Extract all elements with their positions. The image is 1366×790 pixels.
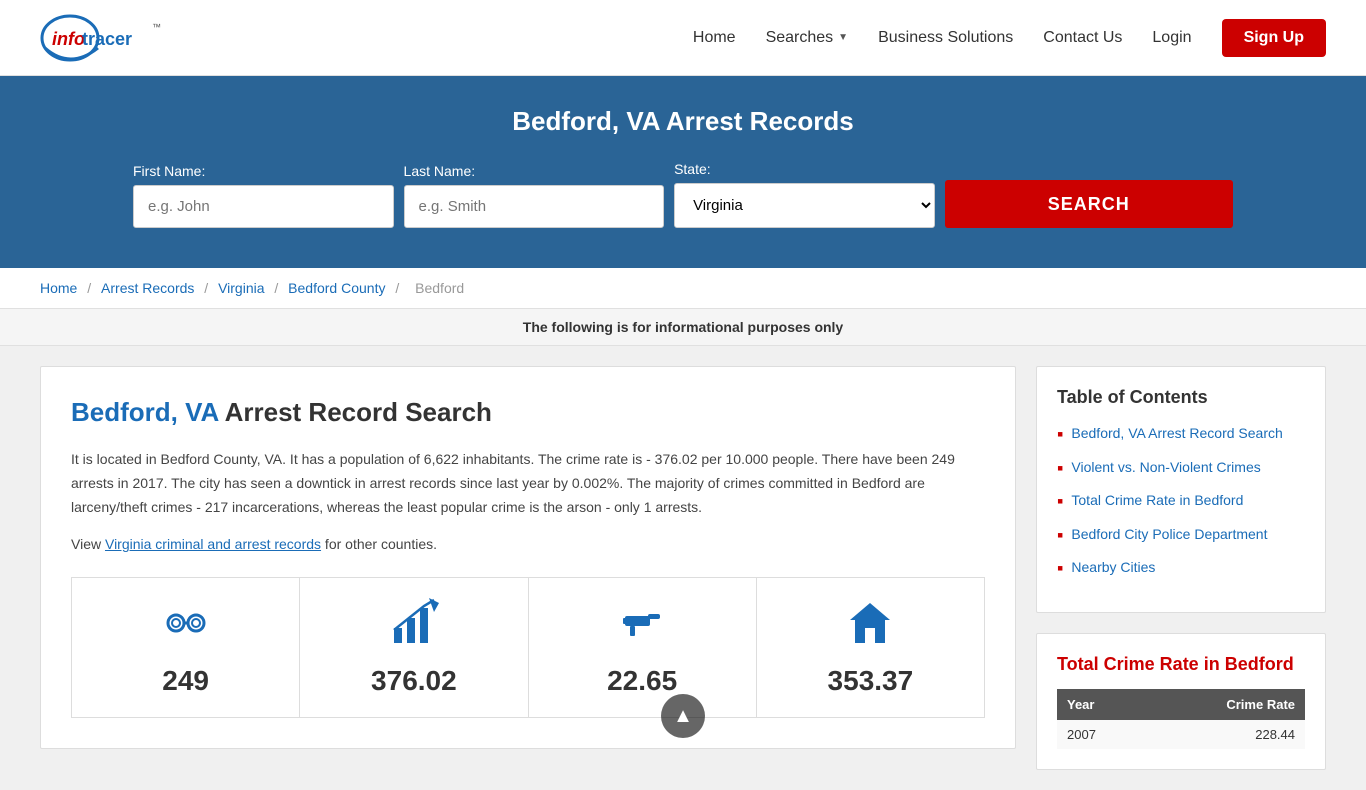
chart-icon	[310, 598, 517, 657]
svg-text:™: ™	[152, 22, 161, 32]
sidebar-toc: Table of Contents ▪ Bedford, VA Arrest R…	[1036, 366, 1326, 613]
logo[interactable]: info tracer ™	[40, 10, 200, 65]
toc-bullet-4: ▪	[1057, 525, 1063, 547]
toc-bullet-1: ▪	[1057, 424, 1063, 446]
toc-item-2: ▪ Violent vs. Non-Violent Crimes	[1057, 458, 1305, 480]
stat-violent: 22.65	[529, 578, 757, 717]
state-select[interactable]: Virginia Alabama Alaska Arizona Arkansas…	[674, 183, 935, 228]
nav-home[interactable]: Home	[693, 29, 736, 47]
crime-rate-header: Crime Rate	[1145, 689, 1305, 720]
content-view-link-para: View Virginia criminal and arrest record…	[71, 533, 985, 557]
arrests-value: 249	[82, 665, 289, 697]
hero-section: Bedford, VA Arrest Records First Name: L…	[0, 76, 1366, 268]
breadcrumb-sep-3: /	[274, 280, 282, 296]
first-name-label: First Name:	[133, 163, 205, 179]
toc-link-1[interactable]: Bedford, VA Arrest Record Search	[1071, 424, 1282, 444]
scroll-to-top-button[interactable]: ▲	[661, 694, 705, 738]
info-bar: The following is for informational purpo…	[0, 309, 1366, 346]
crime-table-row: 2007 228.44	[1057, 720, 1305, 749]
up-arrow-icon: ▲	[673, 705, 693, 728]
site-header: info tracer ™ Home Searches ▼ Business S…	[0, 0, 1366, 76]
toc-link-5[interactable]: Nearby Cities	[1071, 558, 1155, 578]
crime-rate-value: 376.02	[310, 665, 517, 697]
search-form: First Name: Last Name: State: Virginia A…	[133, 161, 1233, 228]
search-button[interactable]: SEARCH	[945, 180, 1233, 228]
violent-value: 22.65	[539, 665, 746, 697]
crime-rate-table: Year Crime Rate 2007 228.44	[1057, 689, 1305, 749]
breadcrumb: Home / Arrest Records / Virginia / Bedfo…	[0, 268, 1366, 309]
content-area: Bedford, VA Arrest Record Search It is l…	[40, 366, 1016, 749]
sidebar: Table of Contents ▪ Bedford, VA Arrest R…	[1036, 366, 1326, 770]
svg-text:info: info	[52, 29, 85, 49]
view-prefix: View	[71, 536, 105, 552]
stat-arrests: 249	[72, 578, 300, 717]
toc-link-3[interactable]: Total Crime Rate in Bedford	[1071, 491, 1243, 511]
last-name-label: Last Name:	[404, 163, 476, 179]
crime-table-header-row: Year Crime Rate	[1057, 689, 1305, 720]
signup-button[interactable]: Sign Up	[1222, 19, 1326, 57]
breadcrumb-home[interactable]: Home	[40, 280, 77, 296]
toc-item-4: ▪ Bedford City Police Department	[1057, 525, 1305, 547]
login-button[interactable]: Login	[1152, 29, 1191, 47]
breadcrumb-bedford: Bedford	[415, 280, 464, 296]
property-value: 353.37	[767, 665, 974, 697]
handcuffs-icon	[82, 598, 289, 657]
content-description: It is located in Bedford County, VA. It …	[71, 448, 985, 519]
main-nav: Home Searches ▼ Business Solutions Conta…	[693, 19, 1326, 57]
stat-crime-rate: 376.02	[300, 578, 528, 717]
toc-link-4[interactable]: Bedford City Police Department	[1071, 525, 1267, 545]
virginia-records-link[interactable]: Virginia criminal and arrest records	[105, 536, 321, 552]
breadcrumb-virginia[interactable]: Virginia	[218, 280, 264, 296]
breadcrumb-sep-1: /	[87, 280, 95, 296]
page-title: Bedford, VA Arrest Record Search	[71, 397, 985, 428]
toc-title: Table of Contents	[1057, 387, 1305, 408]
house-icon	[767, 598, 974, 657]
title-dark: Arrest Record Search	[218, 397, 492, 427]
first-name-input[interactable]	[133, 185, 394, 228]
last-name-group: Last Name:	[404, 163, 665, 228]
logo-svg: info tracer ™	[40, 10, 200, 65]
nav-searches[interactable]: Searches ▼	[766, 29, 849, 47]
breadcrumb-arrest-records[interactable]: Arrest Records	[101, 280, 194, 296]
nav-business-solutions[interactable]: Business Solutions	[878, 29, 1013, 47]
nav-contact-us[interactable]: Contact Us	[1043, 29, 1122, 47]
title-blue: Bedford, VA	[71, 397, 218, 427]
hero-title: Bedford, VA Arrest Records	[40, 106, 1326, 137]
toc-link-2[interactable]: Violent vs. Non-Violent Crimes	[1071, 458, 1260, 478]
toc-item-1: ▪ Bedford, VA Arrest Record Search	[1057, 424, 1305, 446]
toc-bullet-5: ▪	[1057, 558, 1063, 580]
crime-rate-val: 228.44	[1145, 720, 1305, 749]
sidebar-crime-table: Total Crime Rate in Bedford Year Crime R…	[1036, 633, 1326, 770]
first-name-group: First Name:	[133, 163, 394, 228]
gun-icon	[539, 598, 746, 657]
view-suffix: for other counties.	[321, 536, 437, 552]
toc-item-5: ▪ Nearby Cities	[1057, 558, 1305, 580]
stat-property: 353.37	[757, 578, 984, 717]
last-name-input[interactable]	[404, 185, 665, 228]
breadcrumb-bedford-county[interactable]: Bedford County	[288, 280, 385, 296]
state-label: State:	[674, 161, 711, 177]
toc-bullet-2: ▪	[1057, 458, 1063, 480]
breadcrumb-sep-2: /	[204, 280, 212, 296]
chevron-down-icon: ▼	[838, 32, 848, 43]
crime-year: 2007	[1057, 720, 1145, 749]
toc-item-3: ▪ Total Crime Rate in Bedford	[1057, 491, 1305, 513]
crime-table-title: Total Crime Rate in Bedford	[1057, 654, 1305, 675]
state-group: State: Virginia Alabama Alaska Arizona A…	[674, 161, 935, 228]
year-header: Year	[1057, 689, 1145, 720]
toc-bullet-3: ▪	[1057, 491, 1063, 513]
breadcrumb-sep-4: /	[395, 280, 403, 296]
stats-row: 249 376.02	[71, 577, 985, 718]
svg-text:tracer: tracer	[82, 29, 132, 49]
